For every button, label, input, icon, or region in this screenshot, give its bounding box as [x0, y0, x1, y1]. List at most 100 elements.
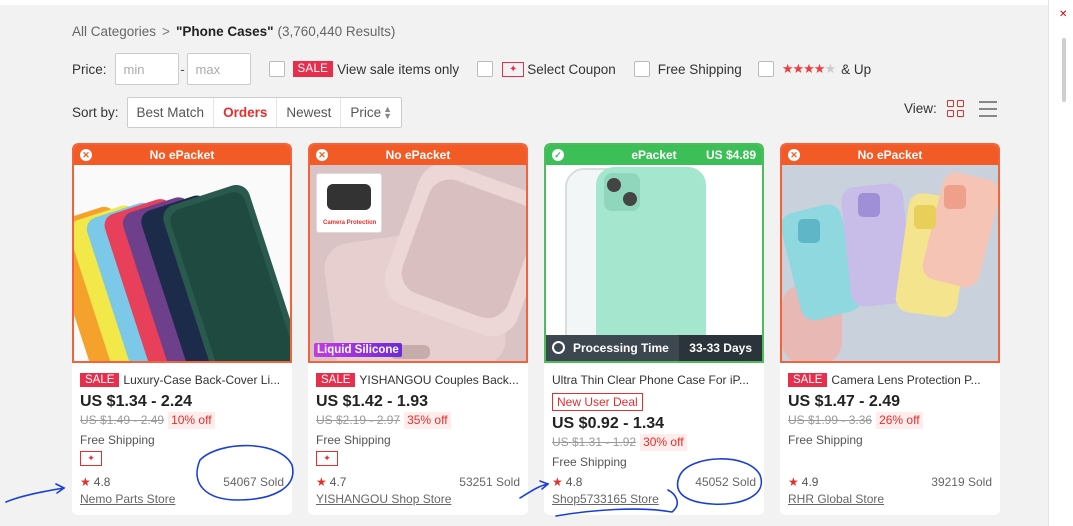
- rating-value: 4.9: [801, 475, 819, 489]
- coupon-filter[interactable]: ✦ Select Coupon: [477, 61, 616, 77]
- processing-time-bar: Processing Time 33-33 Days: [546, 335, 762, 361]
- band-label: No ePacket: [149, 148, 215, 162]
- epacket-price: US $4.89: [705, 148, 756, 162]
- price-label: Price:: [72, 61, 107, 77]
- sale-tag: SALE: [316, 373, 356, 387]
- side-panel: ✕: [1048, 0, 1073, 526]
- shipping-checkbox[interactable]: [633, 61, 650, 77]
- product-title[interactable]: SALE YISHANGOU Couples Back...: [316, 371, 524, 389]
- product-title-text: YISHANGOU Couples Back...: [359, 373, 519, 387]
- product-title[interactable]: SALE Luxury-Case Back-Cover Li...: [80, 371, 288, 389]
- product-image[interactable]: ✕ No ePacket: [72, 143, 292, 363]
- product-card[interactable]: ✕ No ePacket Camera Protection Liquid Sil…: [308, 143, 528, 515]
- coupon-filter-label: Select Coupon: [527, 61, 616, 77]
- shipping-filter[interactable]: Free Shipping: [633, 61, 742, 77]
- shipping-info: Free Shipping: [80, 433, 155, 447]
- sort-price[interactable]: Price ▲ ▼: [340, 97, 401, 127]
- product-image[interactable]: ✓ ePacket US $4.89 Processing Time 33-33 Da…: [544, 143, 764, 363]
- product-title-text: Luxury-Case Back-Cover Li...: [123, 373, 281, 387]
- phone-case-photo: [782, 165, 998, 361]
- product-title[interactable]: Ultra Thin Clear Phone Case For iP...: [552, 371, 760, 389]
- sale-badge: SALE: [292, 61, 334, 77]
- shipping-filter-label: Free Shipping: [657, 61, 742, 77]
- product-title[interactable]: SALE Camera Lens Protection P...: [788, 371, 996, 389]
- sold-count: 53251 Sold: [459, 475, 520, 489]
- shipping-band: ✓ ePacket US $4.89: [546, 145, 762, 165]
- phone-case-photo: [546, 165, 762, 361]
- sort-label: Sort by:: [72, 104, 119, 120]
- product-price: US $0.92 - 1.34: [552, 415, 665, 432]
- product-footer: ★ 4.9 39219 Sold RHR Global Store: [788, 474, 996, 507]
- store-link[interactable]: YISHANGOU Shop Store: [316, 491, 524, 507]
- product-price: US $1.34 - 2.24: [80, 393, 193, 410]
- sale-checkbox[interactable]: [268, 61, 285, 77]
- shipping-band: ✕ No ePacket: [782, 145, 998, 165]
- star-icon: ★: [80, 475, 91, 489]
- result-count: (3,760,440 Results): [277, 24, 396, 39]
- stars-filled: ★★★★: [781, 61, 826, 76]
- product-image[interactable]: ✕ No ePacket Camera Protection Liquid Sil…: [308, 143, 528, 363]
- list-view-icon[interactable]: [978, 100, 997, 117]
- breadcrumb-separator: >: [162, 24, 170, 39]
- epacket-check-icon: ✓: [552, 149, 564, 161]
- product-footer: ★ 4.7 53251 Sold YISHANGOU Shop Store: [316, 474, 524, 507]
- coupon-checkbox[interactable]: [477, 61, 494, 77]
- sort-price-label: Price: [350, 104, 382, 120]
- sold-count: 45052 Sold: [695, 475, 756, 489]
- sale-filter[interactable]: SALE View sale items only: [268, 61, 459, 77]
- rating-checkbox[interactable]: [757, 61, 774, 77]
- star-rating-icon: ★★★★★: [781, 61, 836, 77]
- store-link[interactable]: Nemo Parts Store: [80, 491, 288, 507]
- discount-badge: 26% off: [876, 412, 923, 429]
- price-history: US $1.31 - 1.92 30% off: [552, 434, 760, 451]
- sort-options: Best Match Orders Newest Price ▲ ▼: [126, 96, 403, 128]
- no-epacket-icon: ✕: [316, 149, 328, 161]
- sort-best-match[interactable]: Best Match: [128, 98, 214, 127]
- sort-arrows-icon: ▲ ▼: [383, 103, 393, 121]
- sort-newest[interactable]: Newest: [276, 97, 340, 127]
- product-card[interactable]: ✕ No ePacket SALE Luxury-Case Back-Cover L…: [72, 143, 292, 515]
- view-switcher: View:: [904, 100, 997, 117]
- annotation-arrow: [5, 487, 65, 503]
- no-epacket-icon: ✕: [80, 149, 92, 161]
- discount-badge: 35% off: [404, 412, 451, 429]
- price-min-input[interactable]: [114, 53, 179, 85]
- breadcrumb-root-link[interactable]: All Categories: [72, 24, 156, 39]
- price-dash: -: [180, 61, 185, 77]
- view-label: View:: [904, 101, 937, 116]
- product-image[interactable]: ✕ No ePacket: [780, 143, 1000, 363]
- sale-tag: SALE: [788, 373, 828, 387]
- grid-view-icon[interactable]: [946, 100, 964, 117]
- store-link[interactable]: Shop5733165 Store: [552, 491, 760, 507]
- discount-badge: 30% off: [640, 434, 687, 451]
- store-link[interactable]: RHR Global Store: [788, 491, 996, 507]
- clock-icon: [552, 341, 565, 355]
- close-icon[interactable]: ✕: [1059, 10, 1067, 20]
- star-empty: ★: [824, 61, 836, 76]
- product-title-text: Camera Lens Protection P...: [831, 373, 981, 387]
- sale-tag: SALE: [80, 373, 120, 387]
- processing-days: 33-33 Days: [679, 335, 762, 361]
- scrollbar[interactable]: [1062, 38, 1066, 102]
- rating-filter-label: & Up: [841, 61, 872, 77]
- shipping-info: Free Shipping: [788, 433, 863, 447]
- rating-value: 4.8: [93, 475, 111, 489]
- new-user-deal-badge: New User Deal: [552, 393, 643, 411]
- price-history: US $2.19 - 2.97 35% off: [316, 412, 524, 429]
- rating-filter[interactable]: ★★★★★ & Up: [757, 61, 872, 77]
- shipping-info: Free Shipping: [552, 455, 627, 469]
- no-epacket-icon: ✕: [788, 149, 800, 161]
- sold-count: 54067 Sold: [223, 475, 284, 489]
- product-card[interactable]: ✕ No ePacket SALE Camera Lens Protection P…: [780, 143, 1000, 515]
- coupon-icon: ✦: [80, 451, 102, 466]
- rating-value: 4.7: [329, 475, 347, 489]
- product-info: SALE Luxury-Case Back-Cover Li... US $1.3…: [80, 371, 288, 466]
- processing-time-label: Processing Time: [573, 341, 669, 355]
- sort-orders[interactable]: Orders: [213, 97, 276, 127]
- phone-case-photo: [74, 165, 290, 361]
- product-info: Ultra Thin Clear Phone Case For iP... Ne…: [552, 371, 760, 470]
- shipping-info: Free Shipping: [316, 433, 391, 447]
- coupon-icon: ✦: [316, 451, 338, 466]
- price-max-input[interactable]: [186, 53, 251, 85]
- product-card[interactable]: ✓ ePacket US $4.89 Processing Time 33-33 Da…: [544, 143, 764, 515]
